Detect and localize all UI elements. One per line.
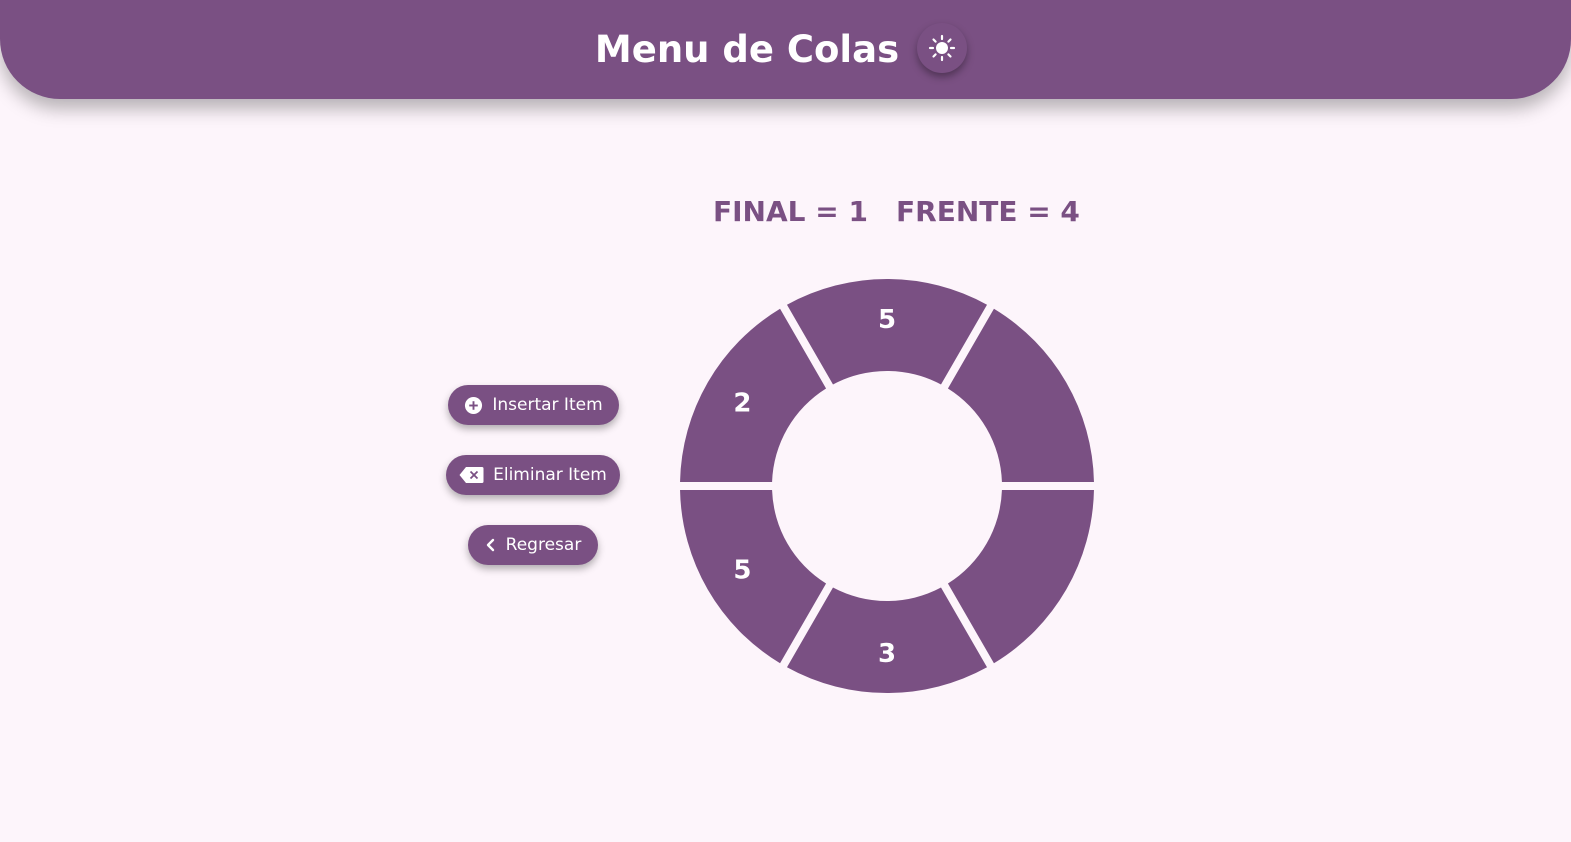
- queue-slot-value-0: 5: [878, 305, 896, 335]
- queue-slot-value-4: 5: [733, 556, 751, 586]
- queue-slot-value-5: 2: [733, 389, 751, 419]
- queue-slot-value-3: 3: [878, 639, 896, 669]
- queue-slot-4: [680, 489, 827, 664]
- queue-slot-2: [947, 489, 1094, 664]
- circular-queue-ring: 5 3 5 2: [680, 278, 1094, 693]
- queue-slot-1: [947, 308, 1094, 483]
- queue-slot-5: [680, 308, 827, 483]
- app-window: Menu de Colas FINAL = 1 FRENTE = 4 Inser…: [0, 0, 1571, 842]
